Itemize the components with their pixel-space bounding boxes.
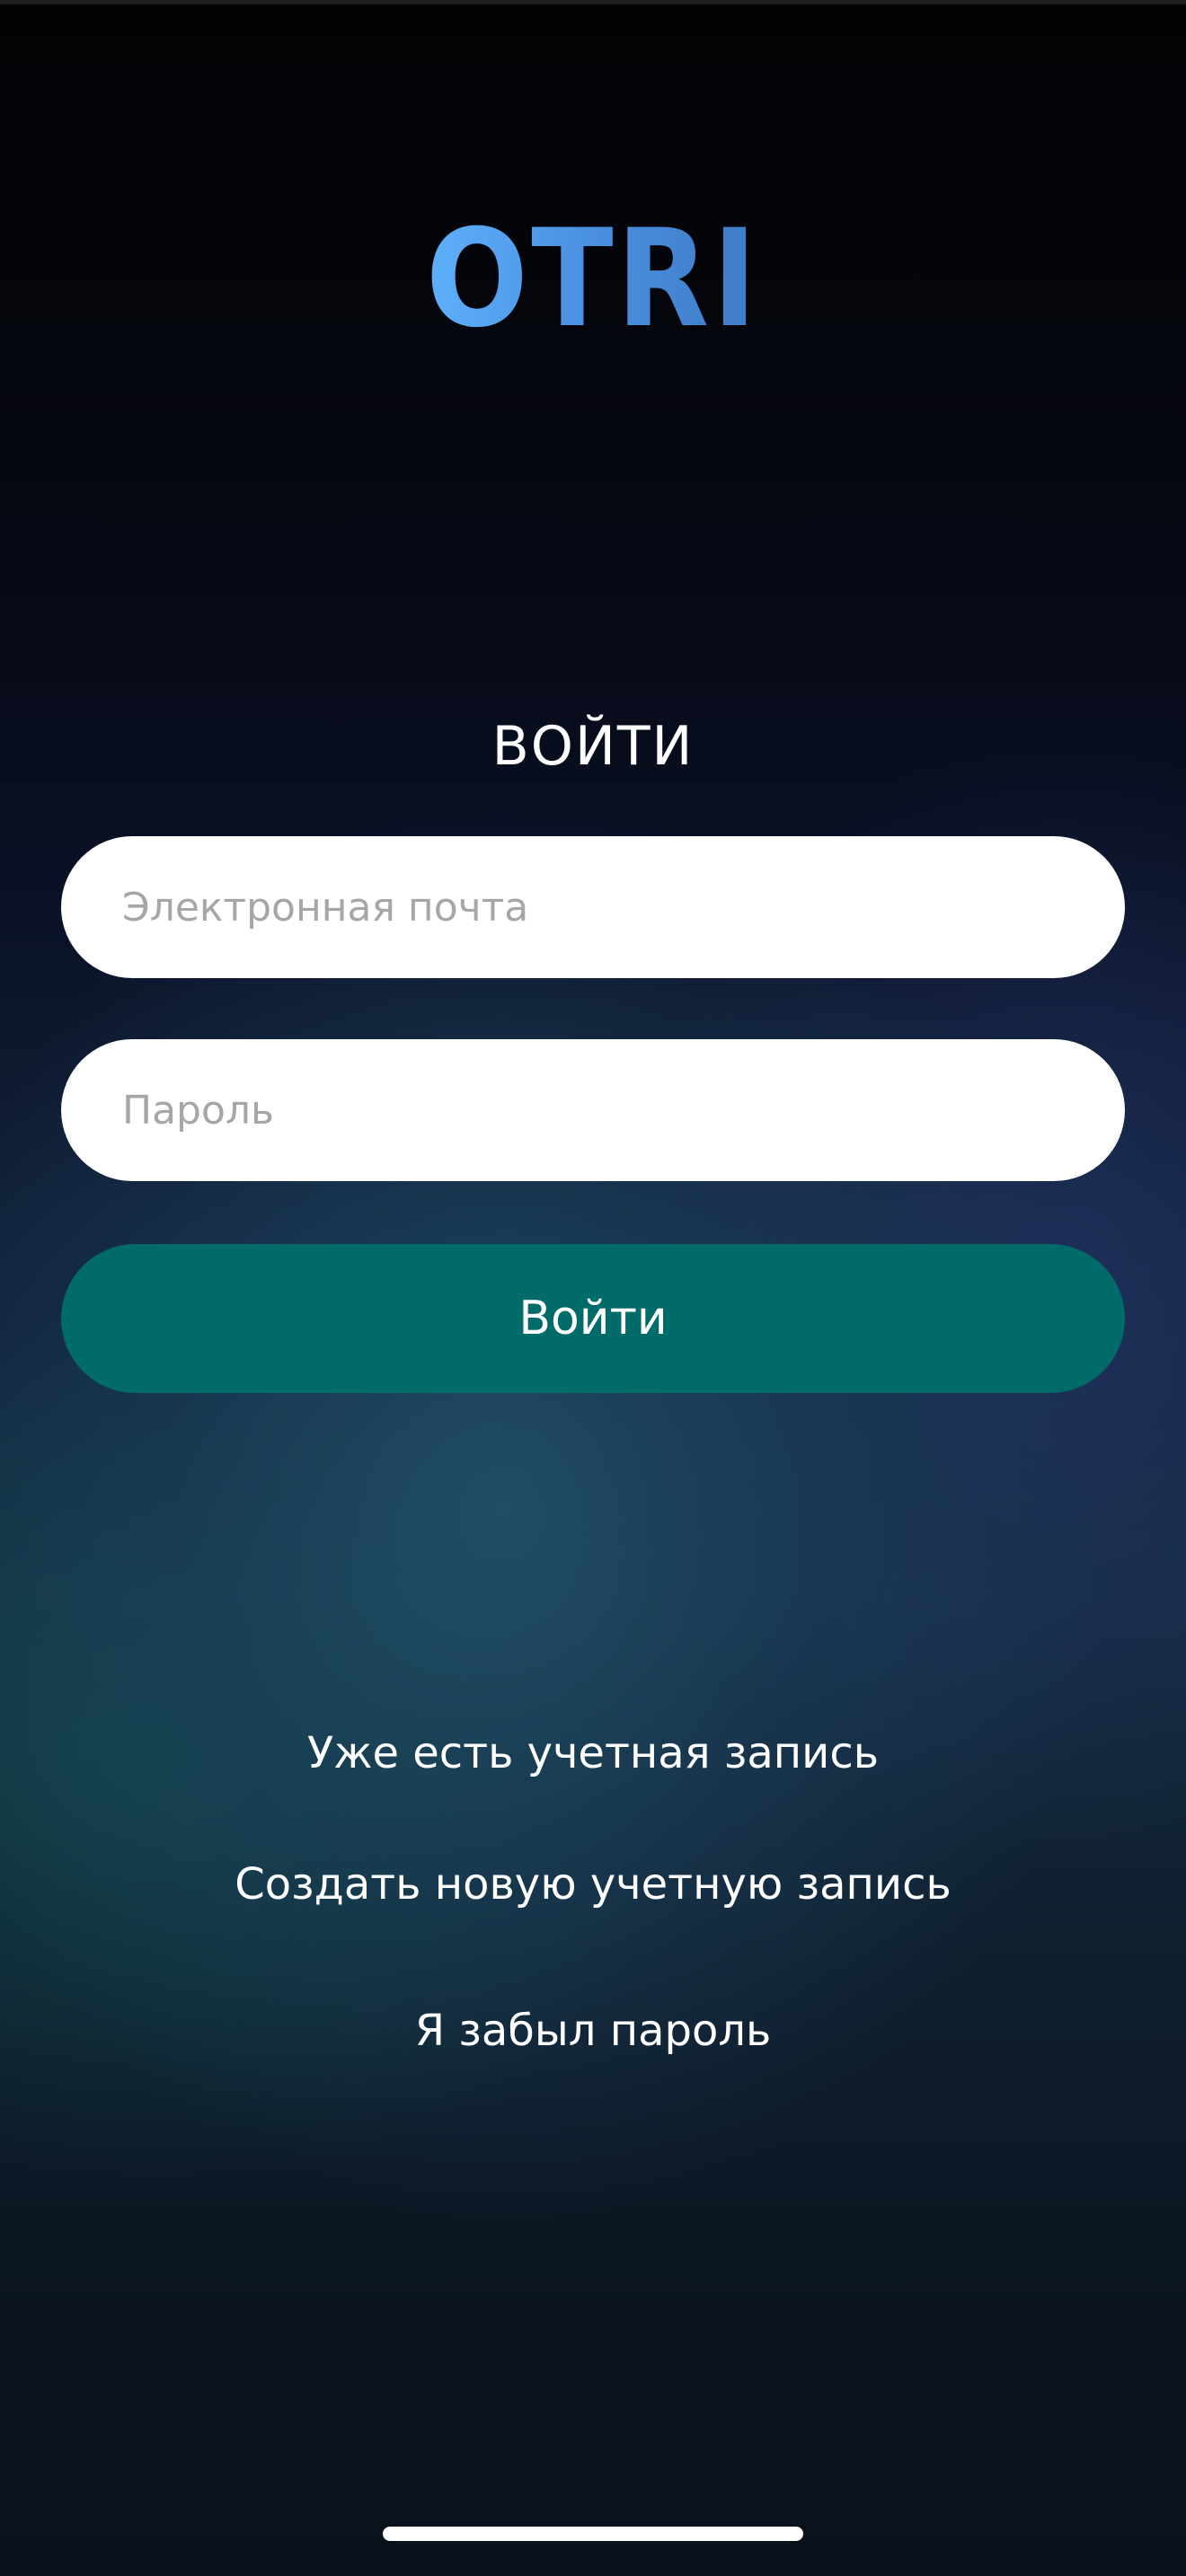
- top-edge-line: [0, 0, 1186, 4]
- login-title: ВОЙТИ: [491, 715, 695, 778]
- home-indicator[interactable]: [383, 2527, 803, 2541]
- create-account-link[interactable]: Создать новую учетную запись: [0, 1859, 1186, 1910]
- svg-text:OTRI: OTRI: [426, 225, 760, 332]
- forgot-password-link[interactable]: Я забыл пароль: [0, 2006, 1186, 2056]
- email-field[interactable]: [61, 836, 1125, 978]
- login-button[interactable]: Войти: [61, 1244, 1125, 1393]
- app-logo: OTRI: [0, 225, 1186, 332]
- password-field[interactable]: [61, 1039, 1125, 1181]
- otri-logo-icon: OTRI: [426, 225, 760, 332]
- have-account-link[interactable]: Уже есть учетная запись: [0, 1728, 1186, 1778]
